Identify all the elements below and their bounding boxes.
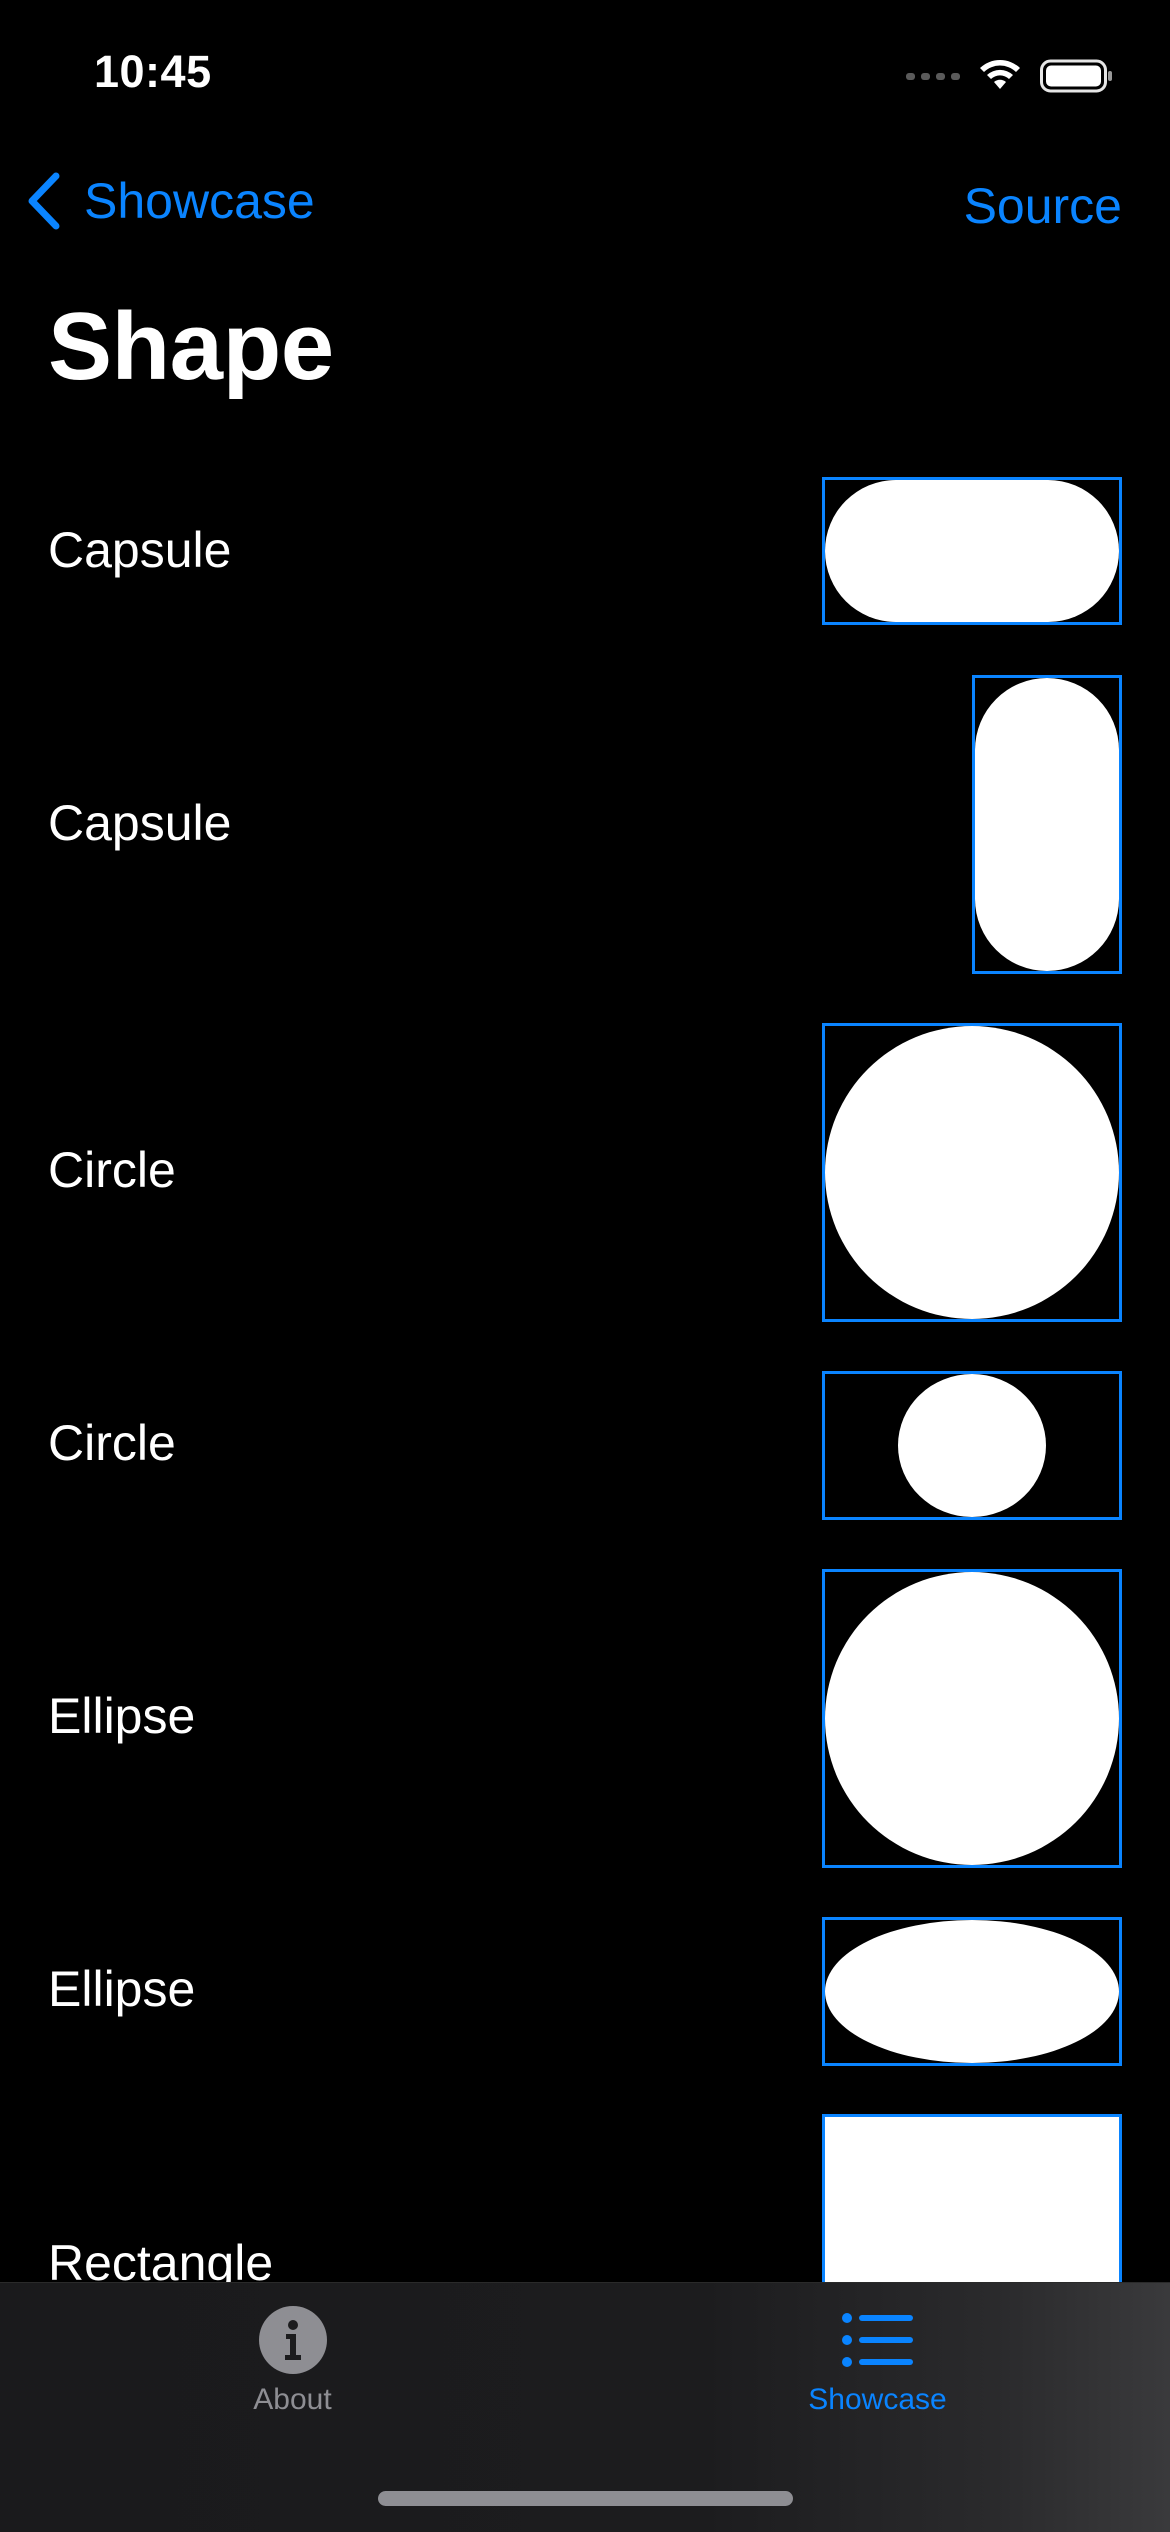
info-circle-icon: [258, 2305, 328, 2375]
tab-about-label: About: [253, 2383, 332, 2416]
ellipse-shape: [825, 1920, 1119, 2063]
ellipse-shape: [825, 1572, 1119, 1865]
row-label: Capsule: [48, 795, 232, 851]
chevron-left-icon: [28, 172, 60, 230]
row-label: Circle: [48, 1142, 176, 1198]
status-time: 10:45: [94, 46, 212, 97]
tab-showcase[interactable]: Showcase: [585, 2283, 1170, 2443]
row-label: Circle: [48, 1415, 176, 1471]
wifi-icon: [980, 60, 1020, 89]
tab-about[interactable]: About: [0, 2283, 585, 2443]
capsule-shape: [975, 678, 1119, 971]
status-icons: [906, 56, 1114, 96]
source-button[interactable]: Source: [964, 177, 1122, 235]
page-title: Shape: [48, 293, 334, 400]
circle-shape: [825, 1026, 1119, 1319]
row-label: Ellipse: [48, 1961, 196, 2017]
back-button[interactable]: Showcase: [26, 172, 315, 230]
tab-showcase-label: Showcase: [808, 2383, 947, 2416]
capsule-shape: [825, 480, 1119, 622]
row-label: Capsule: [48, 522, 232, 578]
list-bullet-icon: [841, 2305, 915, 2375]
back-button-label: Showcase: [84, 173, 315, 229]
cellular-signal-icon: [906, 72, 960, 80]
battery-icon: [1040, 59, 1112, 93]
circle-shape: [898, 1374, 1046, 1517]
home-indicator[interactable]: [378, 2491, 793, 2506]
row-label: Ellipse: [48, 1688, 196, 1744]
tab-bar: About Showcase: [0, 2282, 1170, 2532]
